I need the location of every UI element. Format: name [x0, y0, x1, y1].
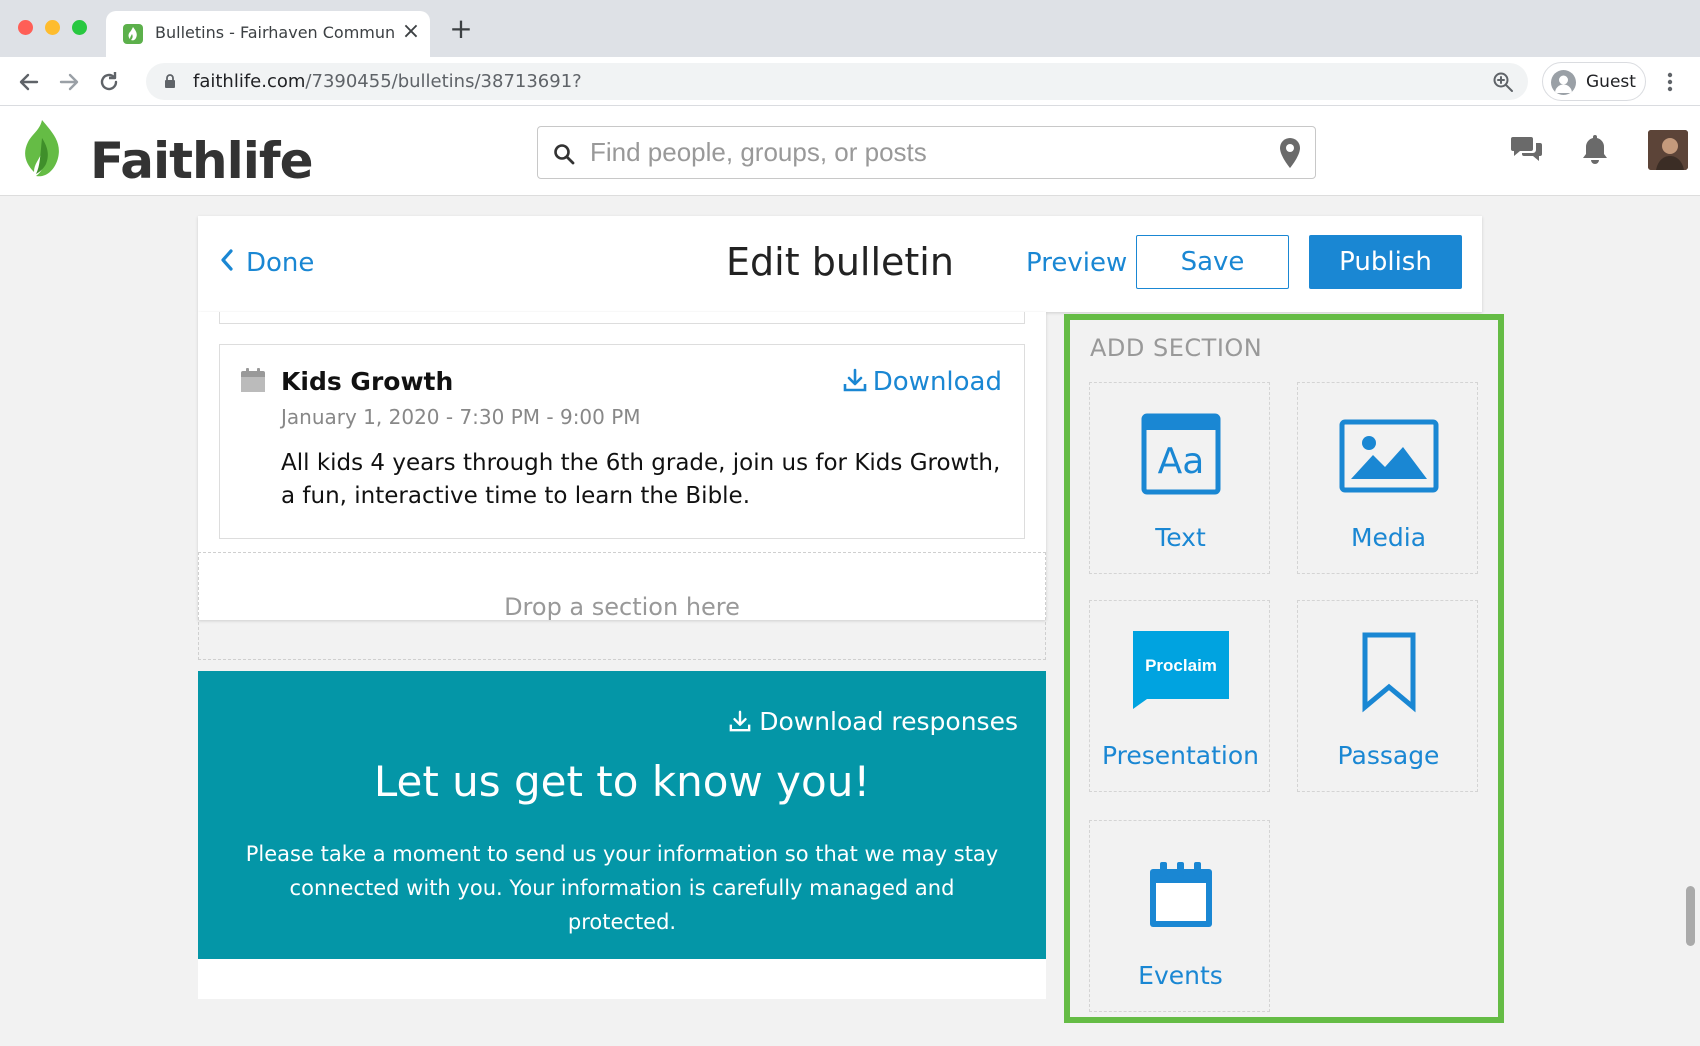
page-content: Faithlife Done Edit bulletin — [0, 106, 1700, 1046]
tile-label: Text — [1155, 523, 1206, 552]
notification-bell-icon[interactable] — [1580, 133, 1610, 169]
form-title: Let us get to know you! — [373, 757, 871, 806]
location-pin-icon[interactable] — [1278, 137, 1302, 173]
lock-icon — [164, 74, 176, 93]
faithlife-favicon-icon — [123, 24, 143, 44]
tile-label: Media — [1350, 523, 1427, 552]
tab-title: Bulletins - Fairhaven Community — [155, 23, 395, 42]
calendar-icon — [1090, 851, 1271, 941]
tile-label: Passage — [1337, 741, 1440, 770]
browser-tab-bar: Bulletins - Fairhaven Community × + — [0, 0, 1700, 57]
add-section-title: ADD SECTION — [1090, 334, 1263, 362]
add-presentation-section-tile[interactable]: Proclaim Presentation — [1089, 600, 1270, 792]
drop-zone-label: Drop a section here — [504, 593, 740, 621]
search-icon — [553, 143, 575, 169]
calendar-icon — [240, 367, 266, 397]
url-text: faithlife.com/7390455/bulletins/38713691… — [193, 71, 582, 92]
forward-arrow-icon[interactable] — [56, 69, 82, 95]
logo-text: Faithlife — [90, 132, 314, 190]
add-events-section-tile[interactable]: Events — [1089, 820, 1270, 1012]
back-arrow-icon[interactable] — [16, 69, 42, 95]
image-icon — [1298, 413, 1479, 503]
download-responses-button[interactable]: Download responses — [729, 707, 1018, 736]
preview-button[interactable]: Preview — [1026, 248, 1127, 278]
add-media-section-tile[interactable]: Media — [1297, 382, 1478, 574]
browser-menu-icon[interactable] — [1660, 69, 1680, 95]
save-button[interactable]: Save — [1136, 235, 1289, 289]
guest-avatar-icon — [1551, 70, 1576, 95]
download-responses-label: Download responses — [759, 707, 1018, 736]
event-description: All kids 4 years through the 6th grade, … — [281, 450, 1001, 509]
search-input[interactable] — [590, 127, 1250, 178]
flame-icon — [25, 120, 59, 177]
profile-label: Guest — [1586, 72, 1636, 92]
window-close-button[interactable] — [18, 20, 33, 35]
proclaim-icon: Proclaim — [1090, 631, 1271, 721]
event-item[interactable]: Kids Growth Download January 1, 2020 - 7… — [219, 344, 1025, 539]
tab-close-icon[interactable]: × — [399, 20, 423, 44]
page-title: Edit bulletin — [726, 240, 954, 284]
faithlife-logo[interactable]: Faithlife — [20, 118, 314, 190]
window-minimize-button[interactable] — [45, 20, 60, 35]
download-icon — [843, 368, 867, 392]
event-title: Kids Growth — [281, 367, 454, 396]
event-date: January 1, 2020 - 7:30 PM - 9:00 PM — [281, 405, 641, 429]
address-bar[interactable]: faithlife.com/7390455/bulletins/38713691… — [146, 63, 1528, 100]
proclaim-badge-text: Proclaim — [1145, 656, 1217, 675]
browser-tab-active[interactable]: Bulletins - Fairhaven Community × — [106, 11, 430, 57]
contact-form-card: Download responses Let us get to know yo… — [198, 671, 1046, 959]
next-section-card-edge — [198, 959, 1046, 999]
site-search — [537, 126, 1316, 179]
text-aa-icon: Aa — [1090, 413, 1271, 503]
page-scrollbar[interactable] — [1686, 886, 1695, 946]
chat-icon[interactable] — [1510, 134, 1544, 168]
reload-icon[interactable] — [96, 69, 122, 95]
add-text-section-tile[interactable]: Aa Text — [1089, 382, 1270, 574]
bookmark-icon — [1298, 631, 1479, 721]
event-download-label: Download — [872, 367, 1002, 397]
profile-button[interactable]: Guest — [1542, 62, 1646, 101]
tile-label: Events — [1138, 961, 1223, 990]
zoom-icon[interactable] — [1492, 71, 1514, 97]
drop-zone[interactable]: Drop a section here — [198, 552, 1046, 660]
user-avatar[interactable] — [1648, 130, 1688, 170]
edit-bulletin-bar: Done Edit bulletin Preview — [198, 216, 1482, 312]
svg-text:Aa: Aa — [1157, 441, 1204, 482]
add-section-panel: ADD SECTION Aa Text Media Proclaim Prese… — [1064, 314, 1504, 1023]
add-passage-section-tile[interactable]: Passage — [1297, 600, 1478, 792]
tile-label: Presentation — [1101, 741, 1259, 770]
publish-button[interactable]: Publish — [1309, 235, 1462, 289]
form-description: Please take a moment to send us your inf… — [245, 842, 999, 934]
browser-toolbar: faithlife.com/7390455/bulletins/38713691… — [0, 57, 1700, 106]
new-tab-icon[interactable]: + — [448, 15, 474, 43]
site-header: Faithlife — [0, 106, 1700, 196]
previous-item-edge — [219, 312, 1025, 324]
event-download-button[interactable]: Download — [843, 367, 1002, 397]
window-maximize-button[interactable] — [72, 20, 87, 35]
download-icon — [729, 710, 751, 732]
